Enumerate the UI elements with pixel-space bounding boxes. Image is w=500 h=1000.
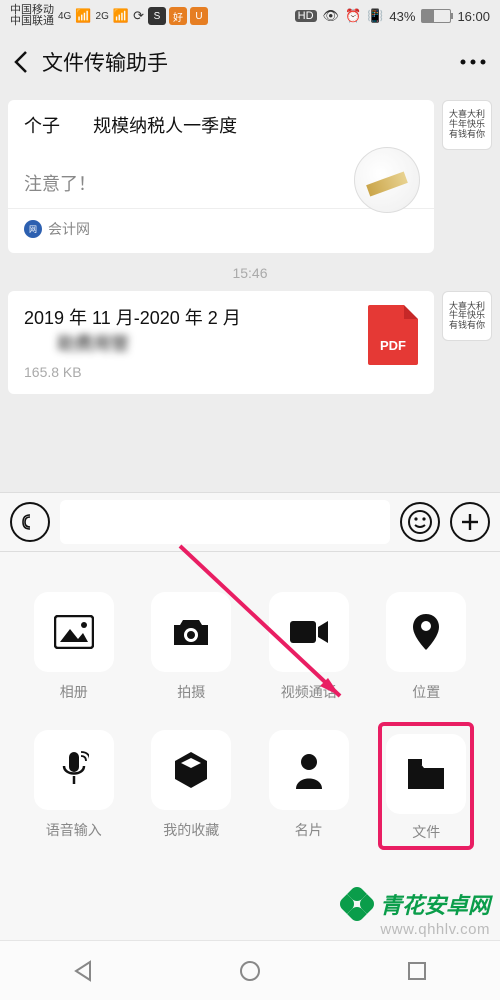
app-badge-1: S bbox=[148, 7, 166, 25]
network-2: 2G bbox=[96, 11, 109, 22]
nav-back-button[interactable] bbox=[70, 958, 96, 984]
status-bar: 中国移动 中国联通 4G 📶 2G 📶 ⟳ S 好 U HD 👁 ⏰ 📳 43%… bbox=[0, 0, 500, 32]
battery-icon bbox=[421, 9, 451, 23]
attach-voice-input[interactable]: 语音输入 bbox=[20, 730, 128, 842]
vibrate-icon: 📳 bbox=[367, 8, 383, 24]
article-bubble[interactable]: 个子ᅟᅟ规模纳税人一季度 ᅟᅟᅟᅟ 注意了！ 网 会计网 bbox=[8, 100, 434, 253]
attach-file[interactable]: 文件 bbox=[373, 730, 481, 842]
nav-recents-button[interactable] bbox=[404, 958, 430, 984]
message-row: 个子ᅟᅟ规模纳税人一季度 ᅟᅟᅟᅟ 注意了！ 网 会计网 大喜大利 牛年快乐 有… bbox=[8, 100, 492, 253]
hd-badge: HD bbox=[295, 10, 317, 22]
attach-camera[interactable]: 拍摄 bbox=[138, 592, 246, 702]
app-badge-2: 好 bbox=[169, 7, 187, 25]
more-button[interactable] bbox=[458, 58, 488, 66]
source-badge-icon: 网 bbox=[24, 220, 42, 238]
file-title: 2019 年 11 月-2020 年 2 月 ᅟᅟ助费用管ᅟᅟ bbox=[24, 305, 354, 357]
attach-label: 我的收藏 bbox=[163, 820, 219, 840]
carrier-2: 中国联通 bbox=[10, 16, 54, 27]
attach-label: 名片 bbox=[295, 820, 323, 840]
attach-label: 拍摄 bbox=[177, 682, 205, 702]
alarm-icon: ⏰ bbox=[345, 8, 361, 24]
file-bubble[interactable]: 2019 年 11 月-2020 年 2 月 ᅟᅟ助费用管ᅟᅟ 165.8 KB… bbox=[8, 291, 434, 393]
wifi-icon: ⟳ bbox=[133, 8, 144, 24]
message-row: 2019 年 11 月-2020 年 2 月 ᅟᅟ助费用管ᅟᅟ 165.8 KB… bbox=[8, 291, 492, 393]
attachment-panel: 相册 拍摄 视频通话 位置 语音输入 我的收藏 名片 文 bbox=[0, 552, 500, 940]
nav-home-button[interactable] bbox=[237, 958, 263, 984]
android-nav-bar bbox=[0, 940, 500, 1000]
attach-contact-card[interactable]: 名片 bbox=[255, 730, 363, 842]
network-1: 4G bbox=[58, 11, 71, 22]
attach-button[interactable] bbox=[450, 502, 490, 542]
timestamp: 15:46 bbox=[8, 265, 492, 281]
attach-label: 相册 bbox=[60, 682, 88, 702]
clock: 16:00 bbox=[457, 9, 490, 24]
article-title: 个子ᅟᅟ规模纳税人一季度 ᅟᅟᅟᅟ bbox=[24, 114, 418, 164]
attach-video-call[interactable]: 视频通话 bbox=[255, 592, 363, 702]
attach-label: 语音输入 bbox=[46, 820, 102, 840]
attach-label: 位置 bbox=[412, 682, 440, 702]
pdf-icon: PDF bbox=[368, 305, 418, 365]
eye-icon: 👁 bbox=[323, 8, 340, 24]
app-badge-3: U bbox=[190, 7, 208, 25]
attach-label: 文件 bbox=[386, 822, 466, 842]
attach-label: 视频通话 bbox=[281, 682, 337, 702]
input-bar bbox=[0, 492, 500, 552]
emoji-button[interactable] bbox=[400, 502, 440, 542]
avatar[interactable]: 大喜大利 牛年快乐 有钱有你 bbox=[442, 100, 492, 150]
back-button[interactable] bbox=[12, 48, 32, 76]
highlight-box: 文件 bbox=[378, 722, 474, 850]
attach-album[interactable]: 相册 bbox=[20, 592, 128, 702]
avatar[interactable]: 大喜大利 牛年快乐 有钱有你 bbox=[442, 291, 492, 341]
attach-location[interactable]: 位置 bbox=[373, 592, 481, 702]
chat-header: 文件传输助手 bbox=[0, 32, 500, 92]
chat-title: 文件传输助手 bbox=[42, 47, 168, 77]
file-size: 165.8 KB bbox=[24, 364, 354, 380]
message-input[interactable] bbox=[60, 500, 390, 544]
battery-pct: 43% bbox=[389, 9, 415, 24]
attach-favorites[interactable]: 我的收藏 bbox=[138, 730, 246, 842]
signal-1-icon: 📶 bbox=[75, 8, 91, 24]
voice-toggle-button[interactable] bbox=[10, 502, 50, 542]
signal-2-icon: 📶 bbox=[113, 8, 129, 24]
article-thumb-icon bbox=[354, 147, 420, 213]
chat-area: 个子ᅟᅟ规模纳税人一季度 ᅟᅟᅟᅟ 注意了！ 网 会计网 大喜大利 牛年快乐 有… bbox=[0, 92, 500, 414]
article-source: 网 会计网 bbox=[24, 219, 418, 239]
